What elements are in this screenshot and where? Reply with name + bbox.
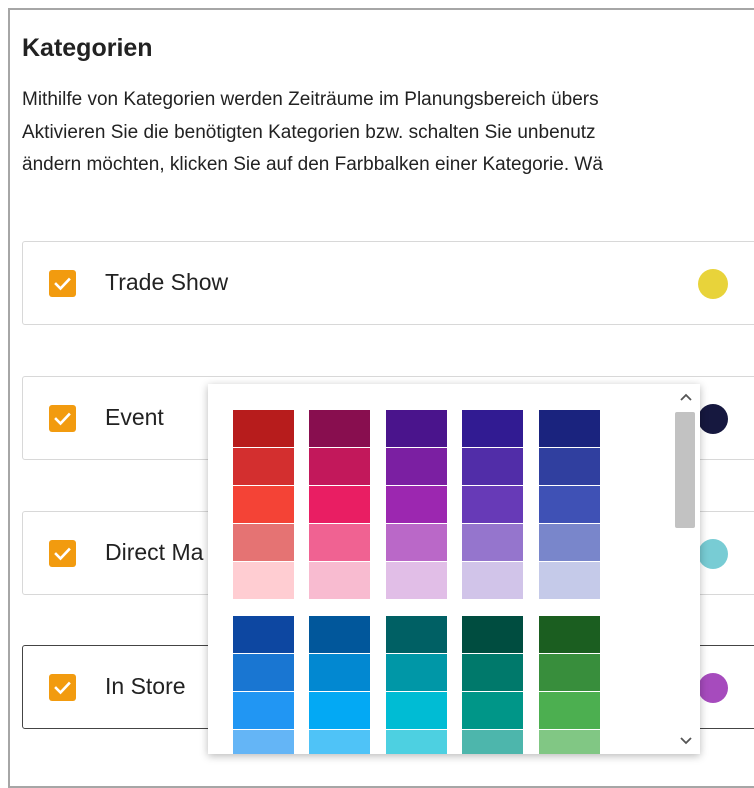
color-swatch[interactable] — [233, 562, 294, 599]
color-swatch[interactable] — [462, 692, 523, 729]
page-title: Kategorien — [22, 34, 153, 62]
color-swatch[interactable] — [233, 654, 294, 691]
color-swatch[interactable] — [539, 448, 600, 485]
color-swatch[interactable] — [462, 448, 523, 485]
category-color-dot[interactable] — [698, 673, 728, 703]
category-checkbox[interactable] — [49, 674, 76, 701]
chevron-up-icon[interactable] — [674, 388, 698, 406]
category-label: Direct Ma — [105, 539, 204, 565]
color-swatch[interactable] — [309, 616, 370, 653]
color-swatch[interactable] — [386, 410, 447, 447]
category-label: Event — [105, 404, 164, 430]
color-swatch[interactable] — [539, 692, 600, 729]
color-swatch[interactable] — [309, 654, 370, 691]
check-icon — [54, 412, 71, 425]
color-swatch[interactable] — [309, 486, 370, 523]
color-palette-popup — [208, 384, 700, 754]
color-swatch[interactable] — [462, 654, 523, 691]
category-checkbox[interactable] — [49, 540, 76, 567]
color-swatch[interactable] — [309, 448, 370, 485]
color-swatch[interactable] — [539, 654, 600, 691]
check-icon — [54, 277, 71, 290]
scrollbar-thumb[interactable] — [675, 412, 695, 528]
color-swatch[interactable] — [462, 486, 523, 523]
color-swatch[interactable] — [309, 730, 370, 754]
description-line: Aktivieren Sie die benötigten Kategorien… — [22, 121, 596, 143]
description-line: Mithilfe von Kategorien werden Zeiträume… — [22, 89, 599, 110]
color-swatch[interactable] — [539, 486, 600, 523]
color-swatch[interactable] — [386, 730, 447, 754]
color-swatch[interactable] — [233, 730, 294, 754]
color-swatch[interactable] — [539, 562, 600, 599]
color-swatch[interactable] — [386, 524, 447, 561]
color-swatch[interactable] — [309, 524, 370, 561]
color-swatch[interactable] — [309, 562, 370, 599]
color-swatch[interactable] — [233, 410, 294, 447]
color-swatch[interactable] — [309, 692, 370, 729]
color-swatch[interactable] — [233, 524, 294, 561]
color-swatch[interactable] — [462, 730, 523, 754]
check-icon — [54, 681, 71, 694]
color-swatch[interactable] — [386, 616, 447, 653]
color-swatch[interactable] — [462, 410, 523, 447]
description-line: ändern möchten, klicken Sie auf den Farb… — [22, 154, 603, 175]
category-label: Trade Show — [105, 269, 229, 295]
category-checkbox[interactable] — [49, 270, 76, 297]
category-color-dot[interactable] — [698, 404, 728, 434]
category-checkbox[interactable] — [49, 405, 76, 432]
color-swatch[interactable] — [539, 730, 600, 754]
color-swatch[interactable] — [462, 616, 523, 653]
color-swatch[interactable] — [539, 410, 600, 447]
color-swatch[interactable] — [386, 692, 447, 729]
color-swatch[interactable] — [233, 448, 294, 485]
category-label: In Store — [105, 673, 186, 699]
color-swatch[interactable] — [233, 692, 294, 729]
color-swatch[interactable] — [233, 616, 294, 653]
category-color-dot[interactable] — [698, 269, 728, 299]
color-swatch[interactable] — [386, 448, 447, 485]
category-color-dot[interactable] — [698, 539, 728, 569]
color-swatch[interactable] — [462, 562, 523, 599]
color-swatch[interactable] — [309, 410, 370, 447]
color-swatch[interactable] — [539, 524, 600, 561]
description-text: Mithilfe von Kategorien werden Zeiträume… — [22, 84, 754, 182]
chevron-down-icon[interactable] — [674, 732, 698, 750]
color-swatch[interactable] — [462, 524, 523, 561]
color-swatch[interactable] — [233, 486, 294, 523]
color-swatch[interactable] — [386, 562, 447, 599]
check-icon — [54, 547, 71, 560]
color-swatch[interactable] — [386, 654, 447, 691]
category-item-trade-show[interactable]: Trade Show — [22, 241, 754, 325]
color-swatch[interactable] — [539, 616, 600, 653]
color-swatch-grid — [208, 384, 700, 754]
color-swatch[interactable] — [386, 486, 447, 523]
